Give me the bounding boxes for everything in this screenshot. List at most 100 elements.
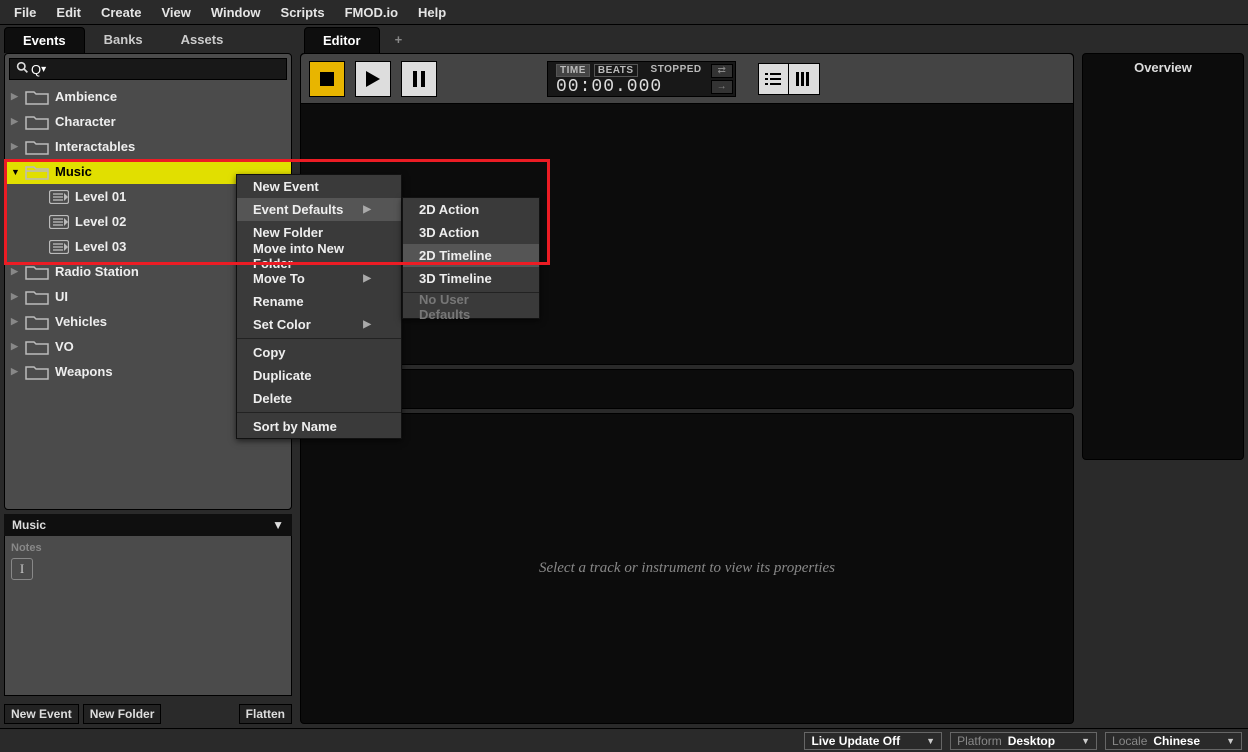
ctx-item-delete[interactable]: Delete [237,387,401,410]
new-event-button[interactable]: New Event [4,704,79,724]
deck-area [300,369,1074,409]
ctx-item-3d-action[interactable]: 3D Action [403,221,539,244]
ctx-item-label: Set Color [253,317,311,332]
statusbar: Live Update Off▼ Platform Desktop▼ Local… [0,728,1248,752]
context-menu[interactable]: New EventEvent Defaults▶New FolderMove i… [236,174,402,439]
ctx-item-event-defaults[interactable]: Event Defaults▶ [237,198,401,221]
ctx-item-2d-timeline[interactable]: 2D Timeline [403,244,539,267]
disclosure-triangle-icon[interactable]: ▶ [11,91,23,102]
tab-banks[interactable]: Banks [85,26,162,53]
ctx-item-sort-by-name[interactable]: Sort by Name [237,415,401,438]
menu-window[interactable]: Window [201,2,271,23]
disclosure-triangle-icon[interactable]: ▶ [11,141,23,152]
view-list-button[interactable] [759,64,789,94]
menu-help[interactable]: Help [408,2,456,23]
menu-fmod-io[interactable]: FMOD.io [335,2,408,23]
ctx-item-label: New Event [253,179,319,194]
tab-assets[interactable]: Assets [162,26,243,53]
search-icon [16,61,29,77]
tree-item-label: Weapons [55,364,113,379]
ctx-item-label: No User Defaults [419,292,509,322]
event-icon [49,190,69,204]
play-button[interactable] [355,61,391,97]
ctx-item-rename[interactable]: Rename [237,290,401,313]
tree-folder-ambience[interactable]: ▶Ambience [5,84,291,109]
chevron-down-icon: ▾ [41,64,46,75]
platform-value: Desktop [1008,734,1055,748]
tree-item-label: Interactables [55,139,135,154]
tree-item-label: VO [55,339,74,354]
tree-folder-character[interactable]: ▶ Character [5,109,291,134]
locale-label: Locale [1112,734,1147,748]
menu-edit[interactable]: Edit [46,2,91,23]
ctx-item-2d-action[interactable]: 2D Action [403,198,539,221]
time-display[interactable]: TIME BEATS STOPPED 00:00.000 ⇄ → [547,61,736,97]
tree-item-label: Character [55,114,116,129]
new-folder-button[interactable]: New Folder [83,704,162,724]
event-icon [49,240,69,254]
search-input[interactable]: Q ▾ [9,58,287,80]
ctx-item-new-event[interactable]: New Event [237,175,401,198]
view-grid-button[interactable] [789,64,819,94]
ctx-item-label: Copy [253,345,286,360]
menu-scripts[interactable]: Scripts [271,2,335,23]
context-submenu[interactable]: 2D Action3D Action2D Timeline 3D Timeline… [402,197,540,319]
platform-selector[interactable]: Platform Desktop▼ [950,732,1097,750]
disclosure-triangle-icon[interactable]: ▼ [11,167,23,177]
notes-input[interactable]: I [11,558,33,580]
disclosure-triangle-icon[interactable]: ▶ [11,366,23,377]
playback-status: STOPPED [648,64,705,77]
disclosure-triangle-icon[interactable]: ▶ [11,291,23,302]
inspector-placeholder: Select a track or instrument to view its… [539,560,835,577]
follow-button[interactable]: → [711,80,733,94]
time-value: 00:00.000 [556,77,705,97]
ctx-item-label: Move into New Folder [253,241,371,271]
ctx-item-label: Move To [253,271,305,286]
stop-button[interactable] [309,61,345,97]
folder-icon [25,89,49,105]
ctx-item-label: Sort by Name [253,419,337,434]
ctx-item-set-color[interactable]: Set Color▶ [237,313,401,336]
disclosure-triangle-icon[interactable]: ▶ [11,266,23,277]
overview-panel: Overview [1082,53,1244,460]
tab-editor[interactable]: Editor [304,27,380,53]
selection-panel-title: Music [12,518,46,532]
folder-icon [25,314,49,330]
ctx-item-3d-timeline[interactable]: 3D Timeline [403,267,539,290]
tab-events[interactable]: Events [4,27,85,53]
pause-button[interactable] [401,61,437,97]
overview-title: Overview [1083,54,1243,81]
menu-view[interactable]: View [151,2,200,23]
flatten-button[interactable]: Flatten [239,704,292,724]
chevron-down-icon: ▼ [272,518,284,532]
notes-label: Notes [11,542,285,554]
disclosure-triangle-icon[interactable]: ▶ [11,341,23,352]
folder-icon [25,264,49,280]
disclosure-triangle-icon[interactable]: ▶ [11,316,23,327]
folder-icon [25,339,49,355]
disclosure-triangle-icon[interactable]: ▶ [11,116,23,127]
ctx-item-copy[interactable]: Copy [237,341,401,364]
chevron-right-icon: ▶ [363,273,371,284]
menu-file[interactable]: File [4,2,46,23]
ctx-item-label: 3D Timeline [419,271,492,286]
loop-button[interactable]: ⇄ [711,64,733,78]
ctx-item-duplicate[interactable]: Duplicate [237,364,401,387]
folder-icon [25,164,49,180]
ctx-item-no-user-defaults: No User Defaults [403,295,539,318]
selection-panel-header[interactable]: Music ▼ [4,514,292,536]
locale-value: Chinese [1153,734,1200,748]
tree-folder-interactables[interactable]: ▶ Interactables [5,134,291,159]
menu-create[interactable]: Create [91,2,151,23]
locale-selector[interactable]: Locale Chinese▼ [1105,732,1242,750]
time-mode-time[interactable]: TIME [556,64,590,77]
ctx-item-move-into-new-folder[interactable]: Move into New Folder [237,244,401,267]
ctx-item-label: Delete [253,391,292,406]
tab-add-button[interactable]: + [380,26,418,53]
tree-item-label: Vehicles [55,314,107,329]
live-update-toggle[interactable]: Live Update Off▼ [804,732,942,750]
chevron-right-icon: ▶ [363,204,371,215]
time-mode-beats[interactable]: BEATS [594,64,638,77]
tree-item-label: Level 03 [75,239,126,254]
live-update-label: Live Update Off [811,734,900,748]
